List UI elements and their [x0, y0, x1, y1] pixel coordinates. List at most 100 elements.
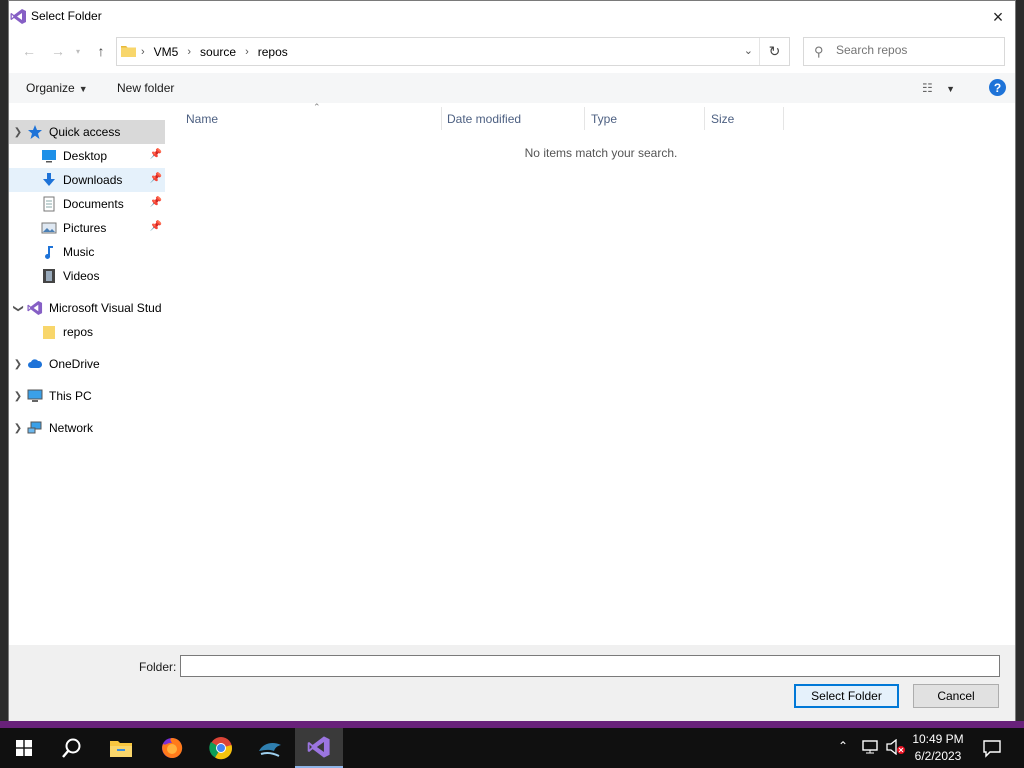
dolphin-database-icon [259, 743, 281, 757]
nav-pictures[interactable]: Pictures 📌 [9, 216, 165, 240]
nav-onedrive[interactable]: ❯ OneDrive [9, 352, 165, 376]
search-input[interactable] [836, 43, 996, 57]
breadcrumb-repos[interactable]: repos [258, 45, 288, 59]
nav-desktop[interactable]: Desktop 📌 [9, 144, 165, 168]
start-button[interactable] [0, 728, 48, 768]
nav-network[interactable]: ❯ Network [9, 416, 165, 440]
network-status-icon [862, 740, 878, 754]
chevron-down-icon: ▼ [78, 84, 88, 94]
organize-label: Organize [26, 81, 75, 95]
breadcrumb-separator[interactable]: › [141, 46, 145, 58]
recent-locations-button[interactable]: ▾ [71, 36, 85, 66]
chevron-expanded-icon[interactable]: ❯ [13, 299, 24, 317]
select-folder-dialog: Select Folder × ← → ▾ ↑ › VM5 › source ›… [8, 0, 1016, 721]
search-icon [62, 738, 81, 758]
clock-date: 6/2/2023 [914, 749, 962, 763]
cancel-button[interactable]: Cancel [913, 684, 999, 708]
search-box[interactable]: ⚲ [803, 37, 1005, 66]
document-icon [43, 196, 55, 212]
cloud-icon [28, 359, 43, 368]
nav-quick-access-label: Quick access [49, 125, 121, 139]
pin-icon: 📌 [149, 221, 162, 232]
select-folder-button[interactable]: Select Folder [794, 684, 899, 708]
folder-input[interactable] [180, 655, 1000, 677]
nav-documents[interactable]: Documents 📌 [9, 192, 165, 216]
taskbar-firefox[interactable] [148, 728, 196, 768]
computer-icon [27, 389, 43, 402]
nav-item-label: Documents [63, 197, 124, 211]
breadcrumb-vm5[interactable]: VM5 [154, 45, 179, 59]
nav-downloads[interactable]: Downloads 📌 [9, 168, 165, 192]
taskbar-database-app[interactable] [246, 728, 294, 768]
up-arrow-icon: ↑ [97, 43, 105, 59]
show-hidden-icons-button[interactable]: ⌃ [838, 739, 848, 753]
navigation-pane[interactable]: ❯ Quick access Desktop 📌 Downloads 📌 Doc… [9, 107, 165, 645]
close-icon: × [992, 6, 1004, 27]
command-toolbar: Organize ▼ New folder ☷ ▼ ? [9, 73, 1015, 103]
chevron-right-icon[interactable]: ❯ [9, 391, 27, 402]
network-tray-button[interactable] [862, 739, 880, 758]
chevron-down-icon: ⌄ [743, 45, 753, 57]
column-header-size[interactable]: Size [705, 107, 784, 130]
nav-music[interactable]: Music [9, 240, 165, 264]
pictures-icon [41, 222, 57, 234]
nav-onedrive-label: OneDrive [49, 357, 100, 371]
breadcrumb-source[interactable]: source [200, 45, 236, 59]
volume-tray-button[interactable] [886, 738, 906, 758]
nav-quick-access[interactable]: ❯ Quick access [9, 120, 165, 144]
breadcrumb: › VM5 › source › repos [141, 45, 288, 59]
title-bar[interactable]: Select Folder × [9, 1, 1015, 32]
desktop-icon [42, 150, 56, 163]
visual-studio-icon [307, 736, 330, 758]
column-header-date-modified[interactable]: Date modified [441, 107, 585, 130]
breadcrumb-separator[interactable]: › [187, 46, 191, 58]
action-center-button[interactable] [982, 738, 1002, 761]
pin-icon: 📌 [149, 149, 162, 160]
back-button[interactable]: ← [18, 36, 40, 66]
chevron-right-icon[interactable]: ❯ [9, 359, 27, 370]
bottom-panel: Folder: Select Folder Cancel [9, 645, 1015, 721]
folder-label: Folder: [139, 660, 177, 674]
nav-network-label: Network [49, 421, 94, 435]
taskbar-chrome[interactable] [197, 728, 245, 768]
close-button[interactable]: × [987, 6, 1009, 28]
chevron-expanded-icon[interactable]: ❯ [9, 127, 27, 138]
forward-arrow-icon: → [51, 43, 65, 59]
forward-button[interactable]: → [47, 36, 69, 66]
file-explorer-icon [110, 741, 132, 757]
search-icon: ⚲ [814, 44, 824, 59]
column-header-type[interactable]: Type [585, 107, 705, 130]
column-header-name[interactable]: Name [180, 107, 442, 130]
refresh-button[interactable]: ↻ [759, 38, 789, 65]
folder-icon [43, 326, 55, 339]
windows-logo-icon [16, 740, 32, 756]
new-folder-button[interactable]: New folder [117, 81, 174, 95]
star-icon [28, 125, 42, 139]
up-button[interactable]: ↑ [90, 36, 112, 66]
clock[interactable]: 10:49 PM 6/2/2023 [906, 731, 970, 765]
music-note-icon [45, 246, 53, 259]
nav-this-pc[interactable]: ❯ This PC [9, 384, 165, 408]
pin-icon: 📌 [149, 173, 162, 184]
organize-button[interactable]: Organize ▼ [26, 81, 88, 95]
nav-videos[interactable]: Videos [9, 264, 165, 288]
speaker-muted-icon [886, 738, 905, 756]
dialog-title: Select Folder [31, 9, 102, 23]
address-history-dropdown[interactable]: ⌄ [744, 44, 753, 57]
change-view-button[interactable]: ☷ ▼ [922, 81, 955, 95]
taskbar-search-button[interactable] [48, 728, 96, 768]
address-bar[interactable]: › VM5 › source › repos ⌄ ↻ [116, 37, 790, 66]
taskbar-file-explorer[interactable] [97, 728, 145, 768]
nav-item-label: Music [63, 245, 95, 259]
network-icon [27, 421, 42, 434]
taskbar-visual-studio[interactable] [295, 728, 343, 768]
film-icon [43, 269, 55, 283]
help-button[interactable]: ? [989, 79, 1006, 96]
chevron-down-icon: ▼ [946, 84, 956, 94]
nav-repos[interactable]: repos [9, 320, 165, 344]
breadcrumb-separator[interactable]: › [245, 46, 249, 58]
chevron-right-icon[interactable]: ❯ [9, 423, 27, 434]
nav-visual-studio[interactable]: ❯ Microsoft Visual Stud [9, 296, 165, 320]
file-list[interactable]: ⌃ Name Date modified Type Size No items … [173, 102, 1015, 645]
firefox-icon [162, 737, 183, 758]
